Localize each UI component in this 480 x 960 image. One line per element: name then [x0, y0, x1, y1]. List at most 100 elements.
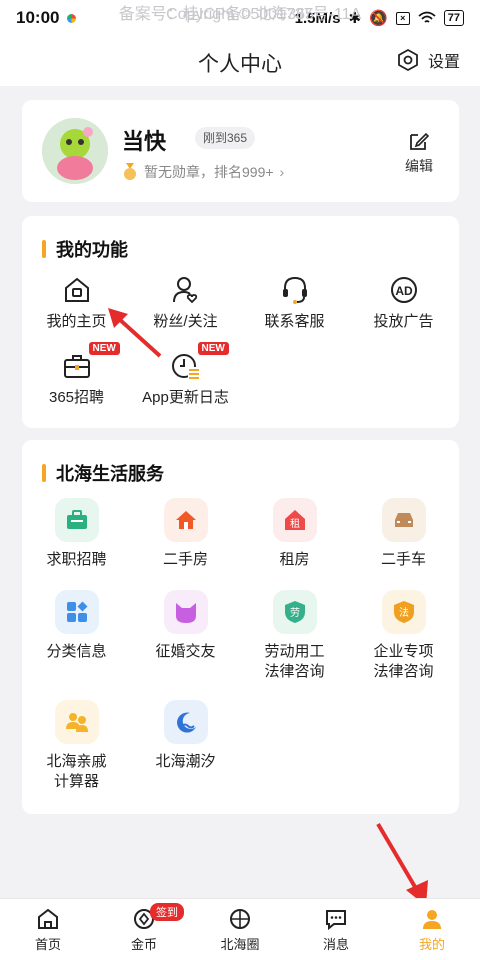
new-badge: NEW [197, 342, 229, 355]
tab-home[interactable]: 首页 [0, 899, 96, 960]
section-accent [42, 240, 46, 258]
func-label: 投放广告 [373, 313, 434, 330]
service-relative-calculator[interactable]: 北海亲戚 计算器 [22, 700, 131, 792]
service-label-line2: 法律咨询 [264, 663, 325, 680]
service-second-house[interactable]: 二手房 [131, 498, 240, 570]
clock-list-icon-wrap: NEW [170, 342, 229, 382]
edit-label: 编辑 [405, 158, 433, 174]
func-my-homepage[interactable]: 我的主页 [22, 274, 131, 332]
service-labor-law[interactable]: 劳 劳动用工 法律咨询 [240, 590, 349, 682]
service-jobs[interactable]: 求职招聘 [22, 498, 131, 570]
func-recruit-365[interactable]: NEW 365招聘 [22, 342, 131, 408]
tab-label: 金币 [130, 937, 157, 952]
service-label: 征婚交友 [155, 643, 216, 660]
func-label: App更新日志 [142, 389, 229, 406]
service-label: 二手车 [380, 551, 426, 568]
service-label: 劳动用工 [264, 643, 325, 660]
service-dating[interactable]: 征婚交友 [131, 590, 240, 662]
medal-text: 暂无勋章，排名999+ [144, 164, 274, 180]
func-customer-service[interactable]: 联系客服 [240, 274, 349, 332]
service-used-car[interactable]: 二手车 [349, 498, 458, 570]
tab-messages[interactable]: 消息 [288, 899, 384, 960]
aperture-icon [230, 909, 250, 929]
new-badge: NEW [88, 342, 120, 355]
bottom-nav: 首页 金币 签到 北海圈 消息 我的 [0, 898, 480, 960]
message-icon [326, 910, 346, 931]
my-functions-card: 我的功能 我的主页 粉丝/关注 联系客服 AD 投放广告 NEW 365招聘 N… [22, 216, 459, 428]
beihai-services-card: 北海生活服务 求职招聘 二手房 租 租房 二手车 分类信息 征婚交友 劳 劳动用… [22, 440, 459, 814]
moon-wave-icon [163, 700, 208, 744]
user-name: 当快 [122, 129, 167, 154]
checkin-badge: 签到 [150, 903, 184, 921]
car-icon [381, 498, 426, 542]
service-label: 分类信息 [46, 643, 107, 660]
settings-button[interactable]: 设置 [396, 48, 460, 72]
join-badge: 刚到365 [195, 127, 256, 149]
func-app-changelog[interactable]: NEW App更新日志 [131, 342, 240, 408]
func-advertise[interactable]: AD 投放广告 [349, 274, 458, 332]
briefcase-icon [54, 498, 99, 542]
section-title: 北海生活服务 [42, 460, 164, 486]
top-bar: 个人中心 设置 [0, 36, 480, 86]
func-label: 365招聘 [48, 389, 105, 406]
func-label: 联系客服 [264, 313, 325, 330]
service-label: 租房 [279, 551, 310, 568]
shield-icon: 法 [381, 590, 426, 634]
section-title: 我的功能 [42, 236, 128, 262]
settings-label: 设置 [427, 54, 460, 71]
profile-card[interactable]: 当快 刚到365 暂无勋章，排名999+ › 编辑 [22, 100, 459, 202]
people-icon [54, 700, 99, 744]
service-label: 企业专项 [373, 643, 434, 660]
service-label: 北海潮汐 [155, 753, 216, 770]
service-label: 二手房 [162, 551, 208, 568]
avatar[interactable] [42, 118, 108, 184]
tab-mine[interactable]: 我的 [384, 899, 480, 960]
shield-icon: 劳 [272, 590, 317, 634]
section-title-text: 我的功能 [56, 240, 128, 260]
service-enterprise-law[interactable]: 法 企业专项 法律咨询 [349, 590, 458, 682]
copyright: Copyright © 北海365 [166, 6, 314, 23]
service-rent[interactable]: 租 租房 [240, 498, 349, 570]
medal-icon [124, 163, 136, 180]
house-icon [163, 498, 208, 542]
person-icon [423, 910, 441, 929]
cat-face-icon [163, 590, 208, 634]
service-classifieds[interactable]: 分类信息 [22, 590, 131, 662]
user-heart-icon [172, 277, 197, 304]
home-icon [64, 277, 89, 302]
rent-glyph: 租 [290, 517, 300, 530]
edit-icon [410, 132, 430, 150]
home-icon [38, 908, 58, 929]
func-label: 我的主页 [46, 313, 107, 330]
service-label-line2: 法律咨询 [373, 663, 434, 680]
tab-coins[interactable]: 金币 签到 [96, 899, 192, 960]
settings-gear-icon [398, 48, 418, 72]
rent-icon: 租 [272, 498, 317, 542]
tab-label: 北海圈 [220, 937, 260, 952]
tab-label: 首页 [34, 937, 61, 952]
grid-icon [54, 590, 99, 634]
service-label: 求职招聘 [46, 551, 107, 568]
tab-beihai-circle[interactable]: 北海圈 [192, 899, 288, 960]
tab-label: 我的 [418, 937, 445, 952]
briefcase-icon [63, 355, 90, 378]
ad-icon: AD [390, 277, 417, 303]
headset-icon [282, 276, 307, 304]
enterprise-glyph: 法 [399, 606, 409, 619]
tab-label: 消息 [322, 937, 349, 952]
section-accent [42, 464, 46, 482]
svg-text:AD: AD [395, 284, 413, 298]
func-label: 粉丝/关注 [153, 313, 218, 330]
section-title-text: 北海生活服务 [56, 464, 164, 484]
service-label: 北海亲戚 [46, 753, 107, 770]
edit-button[interactable]: 编辑 [399, 130, 439, 176]
func-fans-follow[interactable]: 粉丝/关注 [131, 274, 240, 332]
chevron-right-icon: › [279, 164, 285, 180]
annotation-arrow-mine-tab [376, 822, 428, 906]
service-tide[interactable]: 北海潮汐 [131, 700, 240, 772]
medal-rank-link[interactable]: 暂无勋章，排名999+ › [122, 162, 284, 182]
clock-list-icon [171, 354, 200, 379]
briefcase-icon-wrap: NEW [61, 342, 120, 382]
labor-glyph: 劳 [290, 606, 300, 619]
service-label-line2: 计算器 [53, 773, 99, 790]
